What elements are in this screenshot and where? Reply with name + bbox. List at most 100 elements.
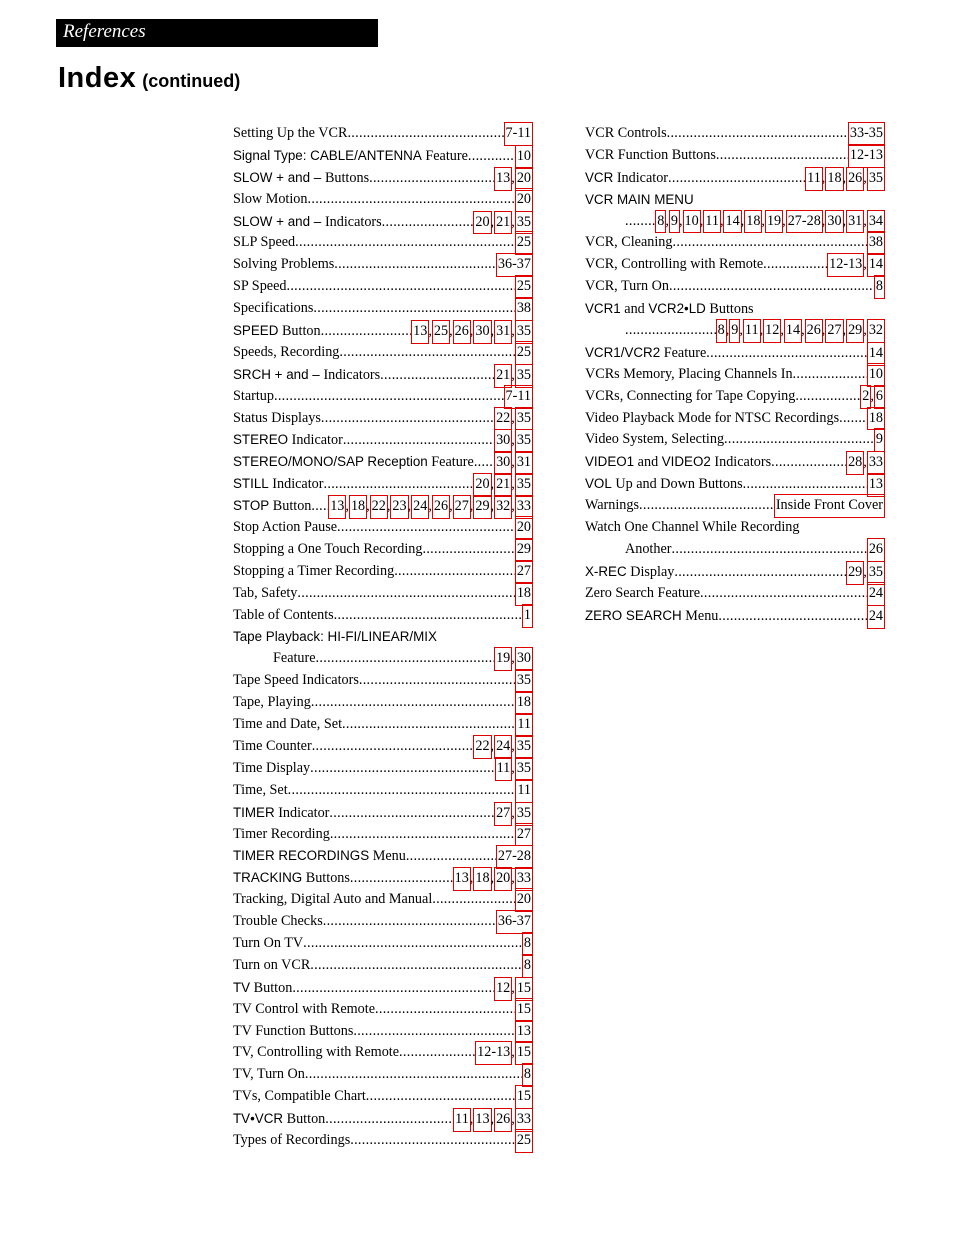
page-link[interactable]: 26	[805, 319, 823, 343]
page-link[interactable]: 15	[515, 1085, 533, 1109]
page-link[interactable]: 30	[494, 451, 512, 475]
page-link[interactable]: 31	[846, 210, 864, 233]
page-link[interactable]: 18	[867, 407, 885, 430]
page-link[interactable]: 33	[515, 1108, 533, 1132]
page-link[interactable]: 14	[723, 210, 742, 233]
page-link[interactable]: 32	[494, 495, 512, 519]
page-link[interactable]: 13	[494, 167, 512, 191]
page-link[interactable]: 13	[515, 1020, 533, 1043]
page-link[interactable]: 33	[515, 495, 533, 519]
page-link[interactable]: 18	[349, 495, 367, 519]
page-link[interactable]: 9	[729, 319, 740, 343]
page-link[interactable]: Inside Front Cover	[774, 494, 885, 518]
page-link[interactable]: 11	[515, 779, 533, 803]
page-link[interactable]: 15	[515, 1041, 533, 1065]
page-link[interactable]: 18	[473, 867, 492, 891]
page-link[interactable]: 6	[874, 385, 885, 409]
page-link[interactable]: 25	[515, 231, 533, 255]
page-link[interactable]: 30	[515, 647, 533, 671]
page-link[interactable]: 27	[515, 823, 533, 846]
page-link[interactable]: 29	[846, 561, 864, 585]
page-link[interactable]: 34	[867, 210, 885, 233]
page-link[interactable]: 8	[655, 210, 666, 233]
page-link[interactable]: 18	[515, 582, 533, 606]
page-link[interactable]: 35	[515, 211, 533, 234]
page-link[interactable]: 26	[846, 167, 864, 191]
page-link[interactable]: 26	[494, 1108, 512, 1132]
page-link[interactable]: 30	[494, 429, 512, 453]
page-link[interactable]: 26	[867, 538, 885, 562]
page-link[interactable]: 35	[515, 407, 533, 430]
page-link[interactable]: 24	[867, 605, 885, 628]
page-link[interactable]: 27	[515, 560, 533, 584]
page-link[interactable]: 35	[515, 735, 533, 759]
page-link[interactable]: 38	[515, 297, 533, 321]
page-link[interactable]: 20	[473, 473, 492, 497]
page-link[interactable]: 20	[473, 211, 492, 234]
page-link[interactable]: 25	[515, 341, 533, 365]
page-link[interactable]: 31	[494, 320, 512, 344]
page-link[interactable]: 26	[453, 320, 471, 344]
page-link[interactable]: 11	[495, 757, 512, 781]
page-link[interactable]: 35	[515, 364, 533, 388]
page-link[interactable]: 13	[411, 320, 429, 344]
page-link[interactable]: 25	[515, 275, 533, 299]
page-link[interactable]: 10	[515, 145, 533, 169]
page-link[interactable]: 29	[473, 495, 492, 519]
page-link[interactable]: 29	[515, 538, 533, 562]
page-link[interactable]: 35	[867, 167, 885, 191]
page-link[interactable]: 18	[825, 167, 844, 191]
page-link[interactable]: 19	[765, 210, 783, 233]
page-link[interactable]: 13	[473, 1108, 492, 1132]
page-link[interactable]: 25	[515, 1129, 533, 1153]
page-link[interactable]: 12-13	[475, 1041, 512, 1065]
page-link[interactable]: 12	[763, 319, 781, 343]
page-link[interactable]: 35	[515, 669, 533, 693]
page-link[interactable]: 33	[515, 867, 533, 891]
page-link[interactable]: 18	[515, 691, 533, 715]
page-link[interactable]: 20	[515, 188, 533, 212]
page-link[interactable]: 27	[453, 495, 471, 519]
page-link[interactable]: 22	[473, 735, 492, 759]
page-link[interactable]: 13	[328, 495, 346, 519]
page-link[interactable]: 15	[515, 998, 533, 1022]
page-link[interactable]: 30	[825, 210, 844, 233]
page-link[interactable]: 12	[494, 977, 512, 1001]
page-link[interactable]: 26	[432, 495, 450, 519]
page-link[interactable]: 25	[432, 320, 450, 344]
page-link[interactable]: 32	[867, 319, 885, 343]
page-link[interactable]: 11	[805, 167, 823, 191]
page-link[interactable]: 20	[515, 516, 533, 540]
page-link[interactable]: 13	[453, 867, 471, 891]
page-link[interactable]: 33-35	[848, 122, 885, 146]
page-link[interactable]: 2	[860, 385, 871, 409]
page-link[interactable]: 8	[874, 275, 885, 299]
page-link[interactable]: 21	[494, 364, 512, 388]
page-link[interactable]: 35	[515, 473, 533, 497]
page-link[interactable]: 14	[867, 342, 885, 366]
page-link[interactable]: 24	[494, 735, 512, 759]
page-link[interactable]: 11	[453, 1108, 471, 1132]
page-link[interactable]: 21	[494, 211, 512, 234]
page-link[interactable]: 7-11	[504, 385, 533, 409]
page-link[interactable]: 38	[867, 231, 885, 255]
page-link[interactable]: 33	[867, 451, 885, 475]
page-link[interactable]: 28	[846, 451, 864, 475]
page-link[interactable]: 35	[515, 320, 533, 344]
page-link[interactable]: 9	[874, 428, 885, 452]
page-link[interactable]: 35	[515, 429, 533, 453]
page-link[interactable]: 22	[370, 495, 388, 519]
page-link[interactable]: 27	[494, 802, 512, 826]
page-link[interactable]: 23	[390, 495, 409, 519]
page-link[interactable]: 20	[494, 867, 512, 891]
page-link[interactable]: 7-11	[504, 122, 533, 146]
page-link[interactable]: 8	[522, 932, 533, 956]
page-link[interactable]: 19	[494, 647, 512, 671]
page-link[interactable]: 27-28	[786, 210, 823, 233]
page-link[interactable]: 11	[743, 319, 761, 343]
page-link[interactable]: 21	[494, 473, 512, 497]
page-link[interactable]: 20	[515, 888, 533, 912]
page-link[interactable]: 10	[683, 210, 701, 233]
page-link[interactable]: 12-13	[827, 253, 864, 277]
page-link[interactable]: 11	[515, 713, 533, 737]
